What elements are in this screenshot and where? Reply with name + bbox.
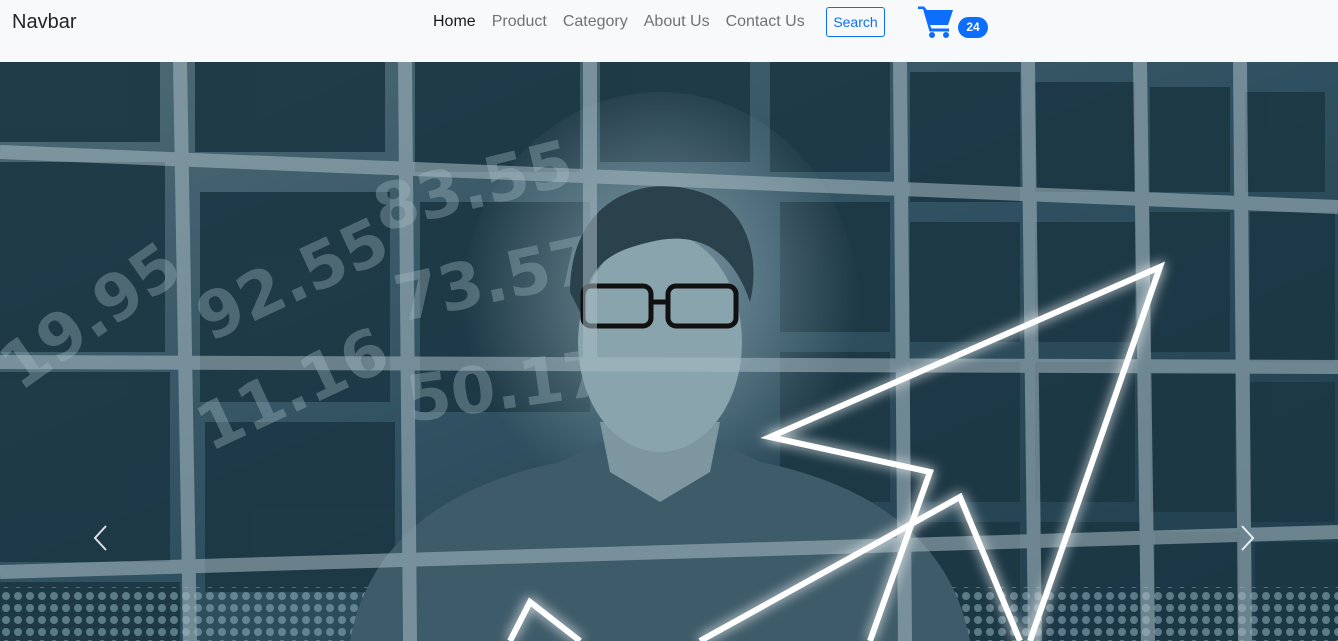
chevron-right-icon <box>1241 525 1255 551</box>
nav-item-product: Product <box>492 11 563 33</box>
nav-menu: Home Product Category About Us Contact U… <box>433 11 821 33</box>
nav-link-about-us[interactable]: About Us <box>644 11 710 33</box>
carousel-prev-button[interactable] <box>80 512 120 564</box>
nav-item-about: About Us <box>644 11 726 33</box>
carousel-next-button[interactable] <box>1228 512 1268 564</box>
nav-link-category[interactable]: Category <box>563 11 628 33</box>
cart-link[interactable]: 24 <box>917 4 989 40</box>
cart-count-badge: 24 <box>958 17 988 38</box>
cart-icon <box>918 6 953 38</box>
nav-link-product[interactable]: Product <box>492 11 547 33</box>
navbar: Navbar Home Product Category About Us Co… <box>0 0 1338 62</box>
nav-item-contact: Contact Us <box>726 11 821 33</box>
hero-carousel: 73.57 50.17 83.55 92.55 11.16 19.95 <box>0 62 1338 641</box>
hero-image: 73.57 50.17 83.55 92.55 11.16 19.95 <box>0 62 1338 641</box>
nav-item-category: Category <box>563 11 644 33</box>
search-button[interactable]: Search <box>826 7 885 37</box>
nav-item-home: Home <box>433 11 492 33</box>
chevron-left-icon <box>93 525 107 551</box>
nav-link-contact-us[interactable]: Contact Us <box>726 11 805 33</box>
nav-link-home[interactable]: Home <box>433 11 476 33</box>
navbar-brand[interactable]: Navbar <box>12 10 76 34</box>
